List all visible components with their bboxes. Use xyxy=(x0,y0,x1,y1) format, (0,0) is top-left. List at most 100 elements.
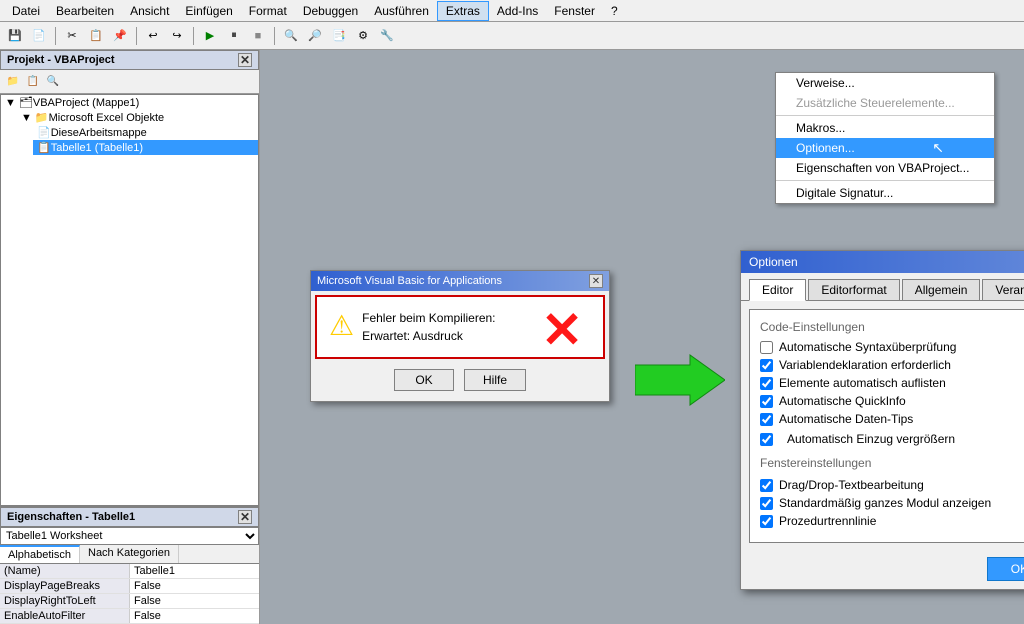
cb-procline[interactable] xyxy=(760,515,773,528)
tree-label-tabelle1: Tabelle1 (Tabelle1) xyxy=(51,142,143,154)
cb-vardecl[interactable] xyxy=(760,359,773,372)
menu-item-optionen-label: Optionen... xyxy=(796,141,855,155)
menu-bearbeiten[interactable]: Bearbeiten xyxy=(48,2,122,20)
menu-help[interactable]: ? xyxy=(603,2,626,20)
cb-vardecl-label: Variablendeklaration erforderlich xyxy=(779,358,951,372)
project-tb-folder[interactable]: 📁 xyxy=(3,72,23,92)
toolbar-b1[interactable]: 🔍 xyxy=(280,25,302,47)
menu-separator-2 xyxy=(776,180,994,181)
cb-row-procline: Prozedurtrennlinie xyxy=(760,514,1024,528)
toolbar-b4[interactable]: ⚙ xyxy=(352,25,374,47)
options-dialog-titlebar: Optionen ✕ xyxy=(741,251,1024,273)
prop-name-2: DisplayRightToLeft xyxy=(0,594,130,609)
menu-format[interactable]: Format xyxy=(241,2,295,20)
options-tab-allgemein[interactable]: Allgemein xyxy=(902,279,981,300)
toolbar-pause[interactable]: ⏸ xyxy=(223,25,245,47)
menu-item-eigenschaften[interactable]: Eigenschaften von VBAProject... xyxy=(776,158,994,178)
table-row: EnableAutoFilter False xyxy=(0,609,259,624)
options-body: Code-Einstellungen Automatische Syntaxüb… xyxy=(749,309,1024,543)
props-tabs: Alphabetisch Nach Kategorien xyxy=(0,545,259,564)
options-tab-verankern[interactable]: Verankern xyxy=(982,279,1024,300)
cb-dragdrop[interactable] xyxy=(760,479,773,492)
menu-item-signatur[interactable]: Digitale Signatur... xyxy=(776,183,994,203)
cb-autolist[interactable] xyxy=(760,377,773,390)
project-tb-toggle[interactable]: 🔍 xyxy=(43,72,63,92)
tree-icon-sheet: 📋 xyxy=(37,141,51,154)
cb-autoindent[interactable] xyxy=(760,433,773,446)
cb-datatips[interactable] xyxy=(760,413,773,426)
error-dialog-close[interactable]: ✕ xyxy=(589,274,603,288)
cb-fullmodule[interactable] xyxy=(760,497,773,510)
tree-label-excel-objects: Microsoft Excel Objekte xyxy=(49,112,165,124)
cb-quickinfo[interactable] xyxy=(760,395,773,408)
table-row: DisplayPageBreaks False xyxy=(0,579,259,594)
menu-extras[interactable]: Extras xyxy=(437,1,489,21)
prop-value-1: False xyxy=(130,579,260,594)
toolbar-stop[interactable]: ■ xyxy=(247,25,269,47)
menu-datei[interactable]: Datei xyxy=(4,2,48,20)
table-row: (Name) Tabelle1 xyxy=(0,564,259,579)
toolbar-sep3 xyxy=(193,27,194,45)
menu-ausfuehren[interactable]: Ausführen xyxy=(366,2,437,20)
menu-einfuegen[interactable]: Einfügen xyxy=(177,2,240,20)
props-tab-alphabetical[interactable]: Alphabetisch xyxy=(0,545,80,563)
toolbar-file[interactable]: 📄 xyxy=(28,25,50,47)
project-panel-close[interactable]: ✕ xyxy=(238,53,252,67)
tree-item-vbaproject[interactable]: ▼ 🗂 VBAProject (Mappe1) xyxy=(1,95,258,110)
toolbar-redo[interactable]: ↪ xyxy=(166,25,188,47)
toolbar-b3[interactable]: 📑 xyxy=(328,25,350,47)
tree-expand-icon2: ▼ xyxy=(21,112,32,124)
prop-value-2: False xyxy=(130,594,260,609)
prop-value-0: Tabelle1 xyxy=(130,564,260,579)
cb-row-datatips: Automatische Daten-Tips xyxy=(760,412,1024,426)
options-dialog-title: Optionen xyxy=(749,255,798,269)
menu-item-optionen[interactable]: Optionen... ↖ xyxy=(776,138,994,158)
error-ok-button[interactable]: OK xyxy=(394,369,454,391)
toolbar-sep2 xyxy=(136,27,137,45)
toolbar-b2[interactable]: 🔎 xyxy=(304,25,326,47)
props-object-select[interactable]: Tabelle1 Worksheet xyxy=(0,527,259,545)
menubar: Datei Bearbeiten Ansicht Einfügen Format… xyxy=(0,0,1024,22)
menu-fenster[interactable]: Fenster xyxy=(546,2,603,20)
menu-item-makros[interactable]: Makros... xyxy=(776,118,994,138)
toolbar-paste[interactable]: 📌 xyxy=(109,25,131,47)
toolbar-cut[interactable]: ✂ xyxy=(61,25,83,47)
menu-item-verweise[interactable]: Verweise... xyxy=(776,73,994,93)
tree-icon-folder2: 📁 xyxy=(35,111,49,124)
extras-dropdown-menu: Verweise... Zusätzliche Steuerelemente..… xyxy=(775,72,995,204)
menu-item-steuerelemente[interactable]: Zusätzliche Steuerelemente... xyxy=(776,93,994,113)
tree-item-thisworkbook[interactable]: 📄 DieseArbeitsmappe xyxy=(33,125,258,140)
error-hilfe-button[interactable]: Hilfe xyxy=(464,369,526,391)
tree-item-tabelle1[interactable]: 📋 Tabelle1 (Tabelle1) xyxy=(33,140,258,155)
menu-addins[interactable]: Add-Ins xyxy=(489,2,546,20)
menu-ansicht[interactable]: Ansicht xyxy=(122,2,177,20)
props-panel-title: Eigenschaften - Tabelle1 xyxy=(7,511,135,523)
options-ok-button[interactable]: OK xyxy=(987,557,1024,581)
menu-debuggen[interactable]: Debuggen xyxy=(295,2,366,20)
toolbar-b5[interactable]: 🔧 xyxy=(376,25,398,47)
tree-label-vbaproject: VBAProject (Mappe1) xyxy=(33,97,139,109)
section-separator: Fenstereinstellungen xyxy=(760,456,1024,470)
cb-dragdrop-label: Drag/Drop-Textbearbeitung xyxy=(779,478,924,492)
toolbar-run[interactable]: ▶ xyxy=(199,25,221,47)
props-panel-close[interactable]: ✕ xyxy=(238,510,252,524)
project-panel-header: Projekt - VBAProject ✕ xyxy=(0,50,259,70)
options-tab-editorformat[interactable]: Editorformat xyxy=(808,279,899,300)
cb-autolist-label: Elemente automatisch auflisten xyxy=(779,376,946,390)
toolbar-copy[interactable]: 📋 xyxy=(85,25,107,47)
tree-item-excel-objects[interactable]: ▼ 📁 Microsoft Excel Objekte xyxy=(17,110,258,125)
project-tb-props[interactable]: 📋 xyxy=(23,72,43,92)
table-row: DisplayRightToLeft False xyxy=(0,594,259,609)
toolbar-undo[interactable]: ↩ xyxy=(142,25,164,47)
options-tab-editor[interactable]: Editor xyxy=(749,279,806,301)
cb-row-fullmodule: Standardmäßig ganzes Modul anzeigen xyxy=(760,496,1024,510)
error-dialog-body: ⚠ Fehler beim Kompilieren: Erwartet: Aus… xyxy=(315,295,605,359)
warning-icon: ⚠ xyxy=(329,309,354,342)
cb-syntaxcheck[interactable] xyxy=(760,341,773,354)
tree-expand-icon: ▼ xyxy=(5,97,16,109)
props-tab-categories[interactable]: Nach Kategorien xyxy=(80,545,179,563)
cb-quickinfo-label: Automatische QuickInfo xyxy=(779,394,906,408)
error-x-mark: ✕ xyxy=(541,305,583,355)
arrow-container xyxy=(635,350,725,413)
toolbar-save[interactable]: 💾 xyxy=(4,25,26,47)
